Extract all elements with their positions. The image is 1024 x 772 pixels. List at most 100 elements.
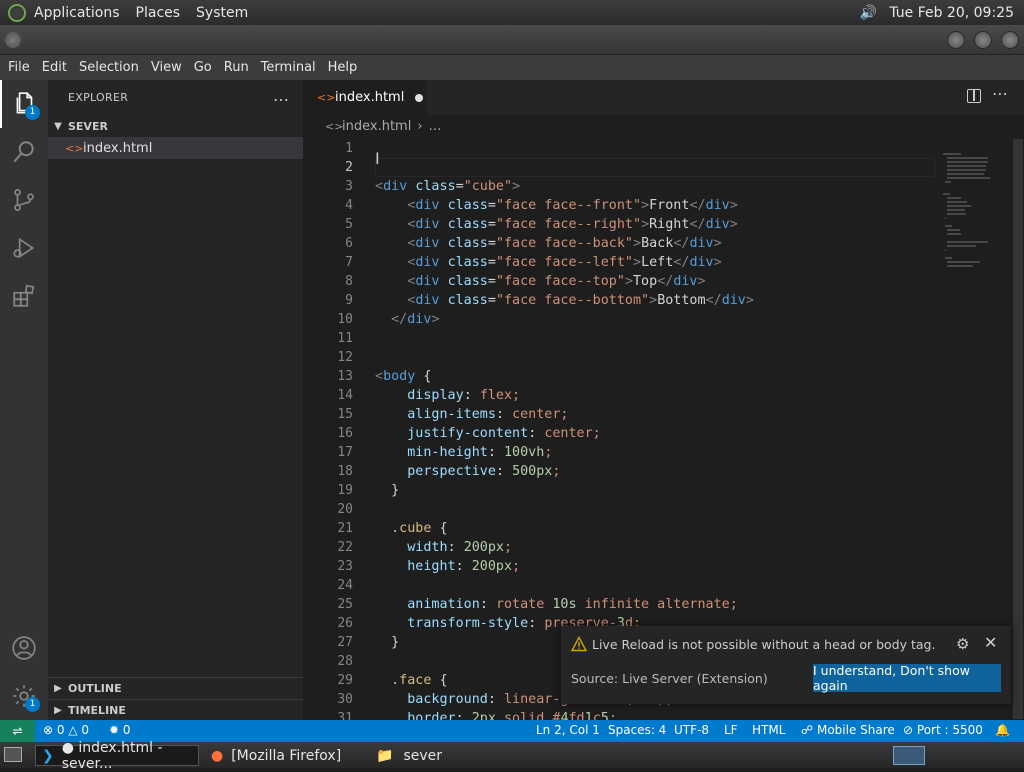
code-line[interactable]: width: 200px; <box>375 538 512 557</box>
split-editor-icon[interactable] <box>967 89 981 103</box>
encoding-status[interactable]: UTF-8 <box>674 723 709 737</box>
folder-icon: 📁 <box>376 747 394 764</box>
notifications-bell-icon[interactable]: 🔔 <box>995 723 1010 737</box>
menu-file[interactable]: File <box>0 60 36 75</box>
problems-status[interactable]: ⊗ 0 △ 0 <box>43 723 89 737</box>
dont-show-again-button[interactable]: I understand, Don't show again <box>813 663 1001 693</box>
editor-more-actions-icon[interactable]: ⋯ <box>992 84 1008 103</box>
manage-gear-icon[interactable]: 1 <box>0 672 48 720</box>
language-mode[interactable]: HTML <box>752 723 785 737</box>
code-line[interactable]: } <box>375 633 399 652</box>
code-line[interactable]: <body { <box>375 367 431 386</box>
mobile-share-label: Mobile Share <box>816 723 895 737</box>
code-line[interactable]: <div class="face face--left">Left</div> <box>375 253 721 272</box>
remote-indicator-icon[interactable]: ⇌ <box>0 720 35 742</box>
cursor-position[interactable]: Ln 2, Col 1 <box>536 723 600 737</box>
eol-status[interactable]: LF <box>724 723 738 737</box>
taskbar-vscode[interactable]: ❯ ● index.html - sever... <box>35 740 199 772</box>
maximize-button[interactable] <box>974 31 992 49</box>
close-window-button[interactable] <box>1001 31 1019 49</box>
code-line[interactable]: .face { <box>375 671 447 690</box>
tab-index-html[interactable]: <> index.html <box>303 80 426 115</box>
line-number: 11 <box>337 331 353 346</box>
menu-go[interactable]: Go <box>188 60 218 75</box>
code-line[interactable]: height: 200px; <box>375 557 520 576</box>
minimap[interactable] <box>939 137 1009 307</box>
menu-view[interactable]: View <box>145 60 188 75</box>
notification-close-icon[interactable]: ✕ <box>984 633 997 652</box>
line-number: 22 <box>337 540 353 555</box>
code-line[interactable]: perspective: 500px; <box>375 462 560 481</box>
volume-icon[interactable]: 🔊 <box>857 3 879 23</box>
code-line[interactable]: <div class="face face--back">Back</div> <box>375 234 721 253</box>
minimap-line <box>945 225 952 227</box>
indentation-status[interactable]: Spaces: 4 <box>608 723 666 737</box>
code-line[interactable]: <div class="face face--bottom">Bottom</d… <box>375 291 754 310</box>
explorer-icon[interactable]: 1 <box>0 80 48 128</box>
unsaved-dot-icon[interactable] <box>415 93 424 102</box>
breadcrumb-symbol[interactable]: … <box>429 119 442 134</box>
minimap-line <box>947 165 986 167</box>
run-debug-icon[interactable] <box>0 224 48 272</box>
outline-section-header[interactable]: ▶ OUTLINE <box>48 677 303 699</box>
timeline-section-header[interactable]: ▶ TIMELINE <box>48 699 303 721</box>
warning-triangle-icon: △ <box>68 723 78 737</box>
extensions-icon[interactable] <box>0 272 48 320</box>
search-icon[interactable] <box>0 128 48 176</box>
code-line[interactable]: .cube { <box>375 519 447 538</box>
mobile-share-status[interactable]: ☍ Mobile Share <box>801 723 895 737</box>
warning-icon <box>571 636 587 652</box>
code-line[interactable]: min-height: 100vh; <box>375 443 552 462</box>
minimize-button[interactable] <box>947 31 965 49</box>
taskbar-firefox[interactable]: ● [Mozilla Firefox] <box>205 745 365 766</box>
menu-terminal[interactable]: Terminal <box>255 60 322 75</box>
window-titlebar[interactable] <box>0 25 1024 55</box>
html-file-icon: <> <box>65 141 84 155</box>
minimap-line <box>943 153 961 155</box>
breadcrumb-file[interactable]: index.html <box>342 119 411 134</box>
menu-edit[interactable]: Edit <box>36 60 73 75</box>
code-line[interactable]: <div class="face face--front">Front</div… <box>375 196 738 215</box>
gnome-top-panel: Applications Places System 🔊 Tue Feb 20,… <box>0 0 1024 25</box>
ports-status[interactable]: ✹ 0 <box>109 723 131 737</box>
show-desktop-icon[interactable] <box>4 747 22 762</box>
clock[interactable]: Tue Feb 20, 09:25 <box>889 5 1014 21</box>
workspace-switcher[interactable] <box>893 746 925 765</box>
line-number: 30 <box>337 692 353 707</box>
notification-settings-gear-icon[interactable]: ⚙ <box>956 635 969 653</box>
folder-section-header[interactable]: ▼ SEVER <box>48 115 303 137</box>
code-line[interactable]: <div class="face face--top">Top</div> <box>375 272 705 291</box>
vertical-scrollbar[interactable] <box>1010 137 1024 720</box>
menu-system[interactable]: System <box>196 5 248 21</box>
distro-logo-icon[interactable] <box>8 3 26 22</box>
folder-name: SEVER <box>68 119 108 133</box>
code-line[interactable]: <div class="cube"> <box>375 177 520 196</box>
code-line[interactable]: </div> <box>375 310 439 329</box>
minimap-line <box>945 181 951 183</box>
taskbar-folder[interactable]: 📁 sever <box>370 745 480 766</box>
menu-help[interactable]: Help <box>322 60 364 75</box>
menu-places[interactable]: Places <box>136 5 181 21</box>
code-line[interactable]: <div class="face face--right">Right</div… <box>375 215 738 234</box>
code-line[interactable]: display: flex; <box>375 386 520 405</box>
code-line[interactable]: } <box>375 481 399 500</box>
file-item-index-html[interactable]: <> index.html <box>48 137 303 159</box>
chevron-right-icon: › <box>417 118 423 134</box>
chevron-right-icon: ▶ <box>54 705 62 716</box>
menu-selection[interactable]: Selection <box>73 60 145 75</box>
code-line[interactable]: border: 2px solid #4fd1c5; <box>375 709 617 720</box>
menu-applications[interactable]: Applications <box>34 5 120 21</box>
code-line[interactable]: justify-content: center; <box>375 424 601 443</box>
minimap-line <box>947 201 967 203</box>
source-control-icon[interactable] <box>0 176 48 224</box>
more-actions-icon[interactable]: … <box>273 86 289 105</box>
minimap-line <box>947 157 988 159</box>
code-line[interactable]: align-items: center; <box>375 405 568 424</box>
code-line[interactable]: animation: rotate 10s infinite alternate… <box>375 595 738 614</box>
window-menu-icon[interactable] <box>5 32 21 48</box>
menu-run[interactable]: Run <box>218 60 255 75</box>
scrollbar-thumb[interactable] <box>1013 139 1023 719</box>
outline-label: OUTLINE <box>68 682 122 695</box>
live-server-port[interactable]: ⊘ Port : 5500 <box>903 723 983 737</box>
accounts-icon[interactable] <box>0 624 48 672</box>
